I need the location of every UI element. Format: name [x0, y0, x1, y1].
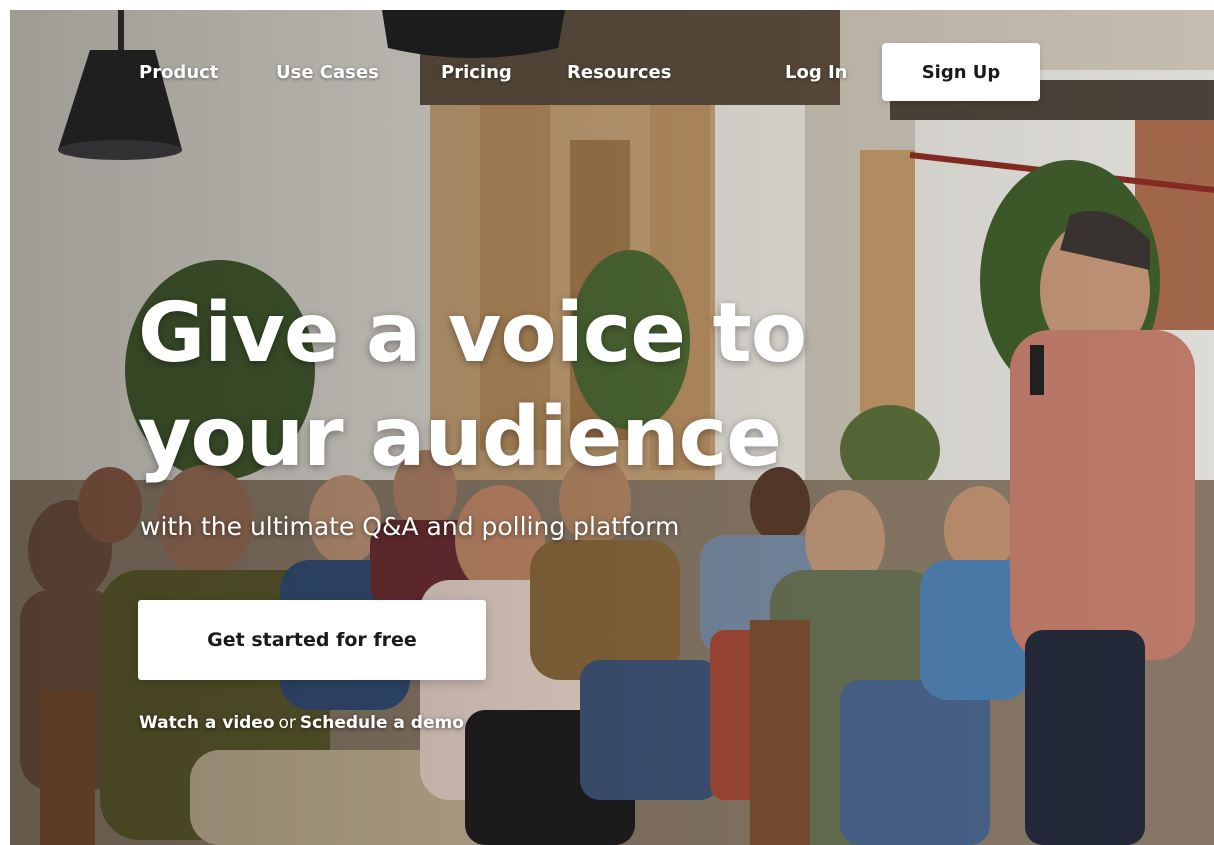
secondary-links: Watch a video or Schedule a demo — [139, 713, 464, 733]
nav-item-product[interactable]: Product — [139, 62, 218, 83]
top-navigation: Product Use Cases Pricing Resources Log … — [10, 10, 1214, 110]
hero-subheadline: with the ultimate Q&A and polling platfo… — [140, 512, 680, 541]
hero-headline: Give a voice to your audience — [138, 286, 807, 485]
get-started-button[interactable]: Get started for free — [138, 600, 486, 680]
or-text: or — [278, 713, 296, 733]
nav-item-pricing[interactable]: Pricing — [441, 62, 512, 83]
schedule-demo-link[interactable]: Schedule a demo — [300, 713, 464, 733]
login-link[interactable]: Log In — [785, 62, 848, 83]
watch-video-link[interactable]: Watch a video — [139, 713, 275, 733]
nav-item-resources[interactable]: Resources — [567, 62, 671, 83]
nav-item-use-cases[interactable]: Use Cases — [276, 62, 379, 83]
signup-button[interactable]: Sign Up — [882, 43, 1040, 101]
hero-section: Product Use Cases Pricing Resources Log … — [10, 10, 1214, 845]
